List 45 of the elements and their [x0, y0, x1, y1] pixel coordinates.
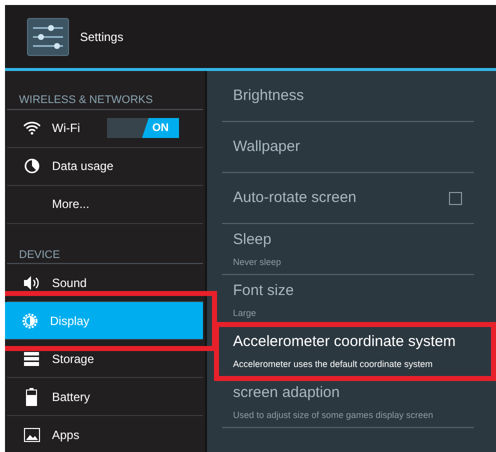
menu-item-label: Sound [52, 274, 87, 292]
brightness-icon [22, 312, 38, 328]
settings-item[interactable]: Auto-rotate screen [222, 173, 474, 224]
menu-item-label: Wi-Fi [52, 120, 80, 137]
setting-title: Font size [233, 280, 295, 300]
setting-title: Accelerometer coordinate system [233, 332, 457, 352]
speaker-icon [22, 274, 40, 290]
settings-item[interactable]: Brightness [222, 71, 474, 122]
setting-summary: Accelerometer uses the default coordinate system [233, 358, 434, 371]
setting-title: Brightness [233, 86, 305, 106]
wifi-icon [22, 121, 40, 135]
settings-item[interactable]: Accelerometer coordinate system Accelerometer uses the default coordinate system [222, 326, 474, 377]
menu-item-label: Storage [52, 350, 94, 368]
settings-item[interactable]: Font size Large [222, 275, 474, 326]
setting-summary: Large [233, 307, 258, 320]
settings-item[interactable]: Sleep Never sleep [222, 224, 474, 275]
battery-icon [26, 388, 37, 406]
setting-title: Wallpaper [233, 136, 301, 157]
menu-item[interactable]: Apps [7, 416, 203, 452]
pie-chart-icon [24, 158, 40, 174]
checkbox[interactable] [449, 192, 462, 204]
setting-summary: Never sleep [233, 256, 282, 269]
setting-summary: Used to adjust size of some games display screen [233, 409, 434, 422]
section-heading: WIRELESS & NETWORKS [7, 92, 203, 110]
settings-item[interactable]: screen adaption Used to adjust size of some games display screen [222, 377, 474, 428]
menu-item-label: Data usage [52, 158, 114, 175]
toggle-thumb: ON [142, 118, 179, 138]
app-title: Settings [80, 28, 124, 46]
menu-item-label: Display [50, 312, 90, 330]
setting-title: Sleep [233, 230, 272, 250]
settings-item[interactable]: Wallpaper [222, 122, 474, 173]
storage-icon [24, 352, 39, 366]
menu-item-label: Battery [52, 388, 90, 406]
menu-item[interactable]: Storage [7, 340, 203, 378]
menu-item-label: Apps [52, 426, 80, 444]
menu-item[interactable]: More... [7, 186, 203, 224]
menu-item[interactable]: Data usage [7, 148, 203, 186]
menu-item[interactable]: Wi-Fi ON [7, 110, 203, 148]
setting-title: screen adaption [233, 382, 341, 402]
menu-item[interactable]: Battery [7, 378, 203, 416]
menu-item-label: More... [52, 196, 90, 213]
section-heading: DEVICE [7, 246, 203, 264]
setting-title: Auto-rotate screen [233, 188, 358, 208]
picture-icon [24, 428, 40, 442]
settings-sliders-icon [27, 18, 69, 56]
